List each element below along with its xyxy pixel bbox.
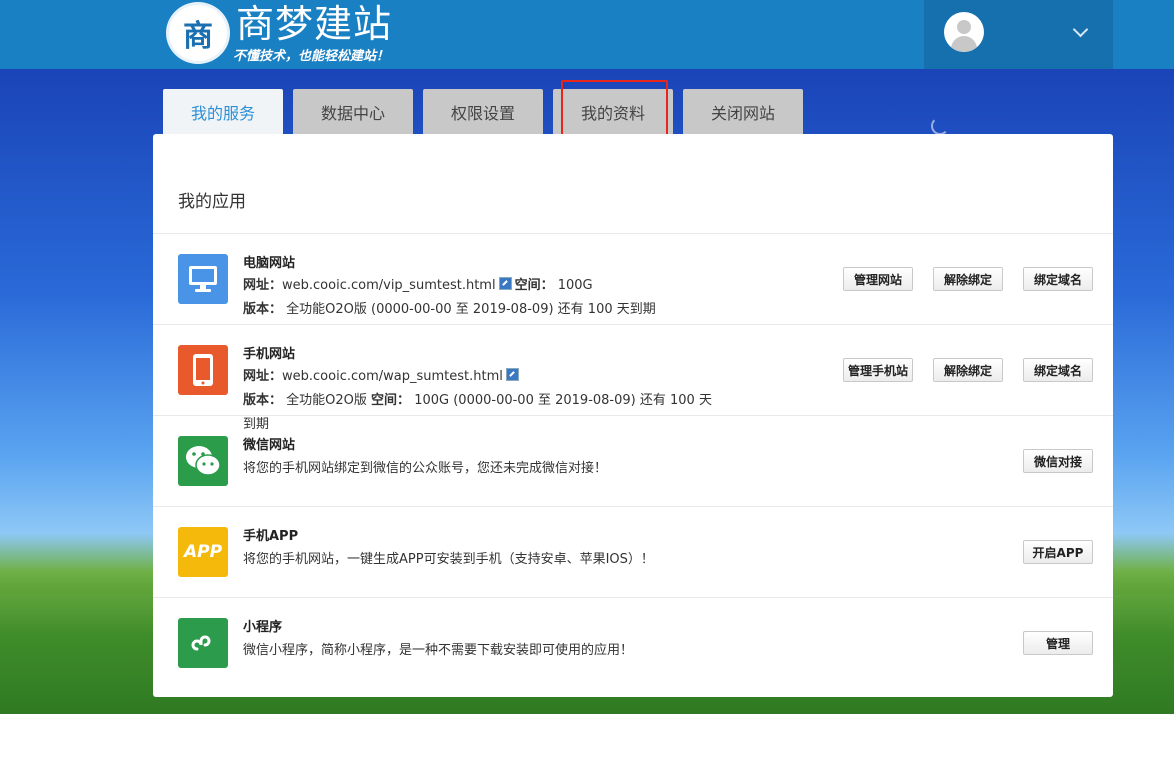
bind-domain-button[interactable]: 绑定域名 <box>1023 267 1093 291</box>
app-description: 微信小程序，简称小程序，是一种不需要下载安装即可使用的应用！ <box>243 643 634 658</box>
manage-mobile-site-button[interactable]: 管理手机站 <box>843 358 913 382</box>
app-title: 微信网站 <box>243 438 296 453</box>
app-description: 将您的手机网站绑定到微信的公众账号，您还未完成微信对接！ <box>243 461 608 476</box>
app-icon: APP <box>178 527 228 577</box>
unbind-button[interactable]: 解除绑定 <box>933 358 1003 382</box>
version-value: 全功能O2O版 <box>286 393 367 408</box>
app-row-wechat: 微信网站 将您的手机网站绑定到微信的公众账号，您还未完成微信对接！ 微信对接 <box>153 415 1113 507</box>
external-link-icon[interactable] <box>498 277 512 290</box>
app-title: 小程序 <box>243 620 283 635</box>
chevron-down-icon[interactable] <box>1072 21 1089 38</box>
app-title: 手机APP <box>243 529 299 544</box>
external-link-icon[interactable] <box>505 368 519 381</box>
logo-icon[interactable]: 商 <box>166 2 230 64</box>
app-title: 电脑网站 <box>243 256 296 271</box>
app-row-mobile-app: APP 手机APP 将您的手机网站，一键生成APP可安装到手机（支持安卓、苹果I… <box>153 506 1113 598</box>
user-menu[interactable] <box>924 0 1113 69</box>
tab-close-site[interactable]: 关闭网站 <box>683 89 803 134</box>
url-label: 网址： <box>243 278 283 293</box>
space-value: 100G <box>557 278 593 293</box>
version-line: 版本： 全功能O2O版 (0000-00-00 至 2019-08-09) 还有… <box>243 298 656 317</box>
wechat-connect-button[interactable]: 微信对接 <box>1023 449 1093 473</box>
highlight-box <box>561 80 668 142</box>
space-version-value: 100G (0000-00-00 至 2019-08-09) 还有 100 天 <box>414 393 712 408</box>
site-url-link[interactable]: web.cooic.com/wap_sumtest.html <box>282 369 503 384</box>
space-label: 空间： <box>514 278 554 293</box>
unbind-button[interactable]: 解除绑定 <box>933 267 1003 291</box>
site-url-link[interactable]: web.cooic.com/vip_sumtest.html <box>282 278 496 293</box>
tab-data-center[interactable]: 数据中心 <box>293 89 413 134</box>
manage-website-button[interactable]: 管理网站 <box>843 267 913 291</box>
app-row-pc-site: 电脑网站 网址：web.cooic.com/vip_sumtest.html 空间… <box>153 233 1113 325</box>
manage-button[interactable]: 管理 <box>1023 631 1093 655</box>
mini-program-icon <box>178 618 228 668</box>
app-row-mini-program: 小程序 微信小程序，简称小程序，是一种不需要下载安装即可使用的应用！ 管理 <box>153 597 1113 689</box>
version-label: 版本： <box>243 302 283 317</box>
wechat-icon <box>178 436 228 486</box>
logo-title[interactable]: 商梦建站 <box>236 2 392 46</box>
avatar-head <box>957 20 971 34</box>
version-value: 全功能O2O版 (0000-00-00 至 2019-08-09) 还有 100… <box>286 302 656 317</box>
url-line: 网址：web.cooic.com/vip_sumtest.html 空间： 100… <box>243 274 593 293</box>
app-row-mobile-site: 手机网站 网址：web.cooic.com/wap_sumtest.html 版… <box>153 324 1113 432</box>
monitor-icon <box>178 254 228 304</box>
bind-domain-button[interactable]: 绑定域名 <box>1023 358 1093 382</box>
open-app-button[interactable]: 开启APP <box>1023 540 1093 564</box>
tab-permissions[interactable]: 权限设置 <box>423 89 543 134</box>
mobile-phone-icon <box>178 345 228 395</box>
version-label: 版本： <box>243 393 283 408</box>
panel-title: 我的应用 <box>178 192 246 212</box>
url-label: 网址： <box>243 369 283 384</box>
version-line: 版本： 全功能O2O版 空间： 100G (0000-00-00 至 2019-… <box>243 389 712 408</box>
avatar-body <box>951 36 977 52</box>
logo-slogan: 不懂技术，也能轻松建站！ <box>233 49 390 64</box>
space-label: 空间： <box>371 393 411 408</box>
moon-icon <box>931 117 949 135</box>
app-description: 将您的手机网站，一键生成APP可安装到手机（支持安卓、苹果IOS）！ <box>243 552 654 567</box>
avatar[interactable] <box>944 12 984 52</box>
url-line: 网址：web.cooic.com/wap_sumtest.html <box>243 365 522 384</box>
top-header: 商 商梦建站 不懂技术，也能轻松建站！ <box>0 0 1174 69</box>
tab-my-services[interactable]: 我的服务 <box>163 89 283 134</box>
app-title: 手机网站 <box>243 347 296 362</box>
apps-panel: 我的应用 电脑网站 网址：web.cooic.com/vip_sumtest.h… <box>153 134 1113 697</box>
